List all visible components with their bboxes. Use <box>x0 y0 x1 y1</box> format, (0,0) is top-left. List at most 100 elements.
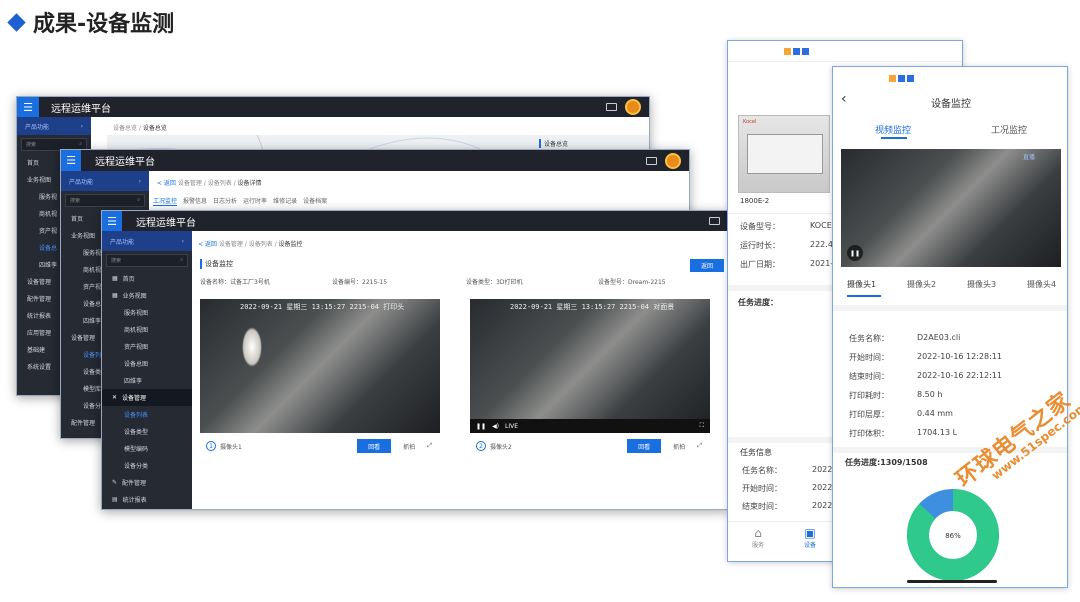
camera-number-badge: 2 <box>476 441 486 451</box>
camera-footer-1: 1 摄像头1 回看 抓拍 ⤢ <box>200 435 440 457</box>
slide-title-text: 成果-设备监测 <box>33 12 175 37</box>
camera-tab-4[interactable]: 摄像头4 <box>1027 279 1056 290</box>
info-key: 设备型号： <box>740 222 780 231</box>
camera-tab-2[interactable]: 摄像头2 <box>907 279 936 290</box>
tool-icon: ✕ <box>112 394 118 401</box>
snapshot-button[interactable]: 抓拍 <box>403 442 415 451</box>
phone-device-monitor: ‹ 设备监控 视频监控 工况监控 直播 ❚❚ 摄像头1 摄像头2 摄像头3 摄像头4 … <box>832 66 1068 588</box>
info-value: 8.50 h <box>917 390 943 399</box>
message-icon[interactable] <box>606 103 617 111</box>
window-device-monitor: ☰ 远程运维平台 产品功能 › 搜索 ⌕ ▦ 首页 ▦ 业务视图 服务视图 商机视图 资产视… <box>101 210 729 510</box>
product-menu[interactable]: 产品功能 › <box>17 117 91 135</box>
phone-video-feed[interactable]: 直播 ❚❚ <box>841 149 1061 267</box>
tab-5[interactable]: 设备档案 <box>303 196 327 206</box>
detail-tabs: 工况监控 报警信息 日志分析 运行时率 维修记录 设备档案 <box>153 196 327 206</box>
pause-icon[interactable]: ❚❚ <box>847 245 863 261</box>
task-value: 2022 <box>812 465 833 474</box>
camera-tab-3[interactable]: 摄像头3 <box>967 279 996 290</box>
sidebar-item-stats[interactable]: ▤ 统计报表 <box>102 491 192 508</box>
breadcrumb: < 返回 设备管理 / 设备列表 / 设备监控 <box>198 241 303 248</box>
replay-button[interactable]: 回看 <box>627 439 662 453</box>
info-key: 打印层厚： <box>849 410 889 419</box>
task-value: 2022 <box>812 501 833 510</box>
sidebar-subitem[interactable]: 资产视图 <box>102 338 192 355</box>
app-icon <box>802 48 809 55</box>
sidebar-item-device-mgmt[interactable]: ✕ 设备管理 <box>102 389 192 406</box>
product-menu[interactable]: 产品功能 › <box>61 171 149 191</box>
sidebar-subitem[interactable]: 服务视图 <box>102 304 192 321</box>
app-name: 远程运维平台 <box>51 103 111 115</box>
device-icon: ▣ <box>804 526 816 540</box>
info-key: 打印体积： <box>849 429 889 438</box>
camera-feed-2[interactable]: 2022-09-21 星期三 13:15:27 2215-04 对面景 ❚❚ ◀… <box>470 299 710 433</box>
tab-3[interactable]: 运行时率 <box>243 196 267 206</box>
grid-icon: ▦ <box>112 292 118 299</box>
tab-2[interactable]: 日志分析 <box>213 196 237 206</box>
product-menu[interactable]: 产品功能 › <box>102 231 192 251</box>
fullscreen-icon[interactable]: ⤢ <box>427 442 432 450</box>
tab-4[interactable]: 维修记录 <box>273 196 297 206</box>
sidebar-item-parts[interactable]: ✎ 配件管理 <box>102 474 192 491</box>
volume-icon[interactable]: ◀) <box>492 423 499 430</box>
sidebar-subitem[interactable]: 商机视图 <box>102 321 192 338</box>
info-key: 开始时间： <box>849 353 889 362</box>
top-bar: ☰ 远程运维平台 <box>17 97 649 117</box>
fullscreen-icon[interactable]: ⛶ <box>700 422 704 430</box>
search-input[interactable]: 搜索 ⌕ <box>65 194 145 207</box>
fullscreen-icon[interactable]: ⤢ <box>697 442 702 450</box>
info-value: 2022-10-16 12:28:11 <box>917 352 1002 361</box>
tab-1[interactable]: 报警信息 <box>183 196 207 206</box>
ring-percent: 86% <box>945 532 961 540</box>
app-name: 远程运维平台 <box>95 157 155 168</box>
sidebar-subitem[interactable]: 设备总图 <box>102 355 192 372</box>
search-icon: ⌕ <box>137 197 140 203</box>
nav-service[interactable]: ⌂ 服务 <box>752 526 764 561</box>
replay-button[interactable]: 回看 <box>357 439 392 453</box>
tab-video[interactable]: 视频监控 <box>875 123 911 136</box>
sidebar-subitem[interactable]: 设备列表 <box>102 406 192 423</box>
tab-0[interactable]: 工况监控 <box>153 196 178 206</box>
app-name: 远程运维平台 <box>136 217 196 229</box>
camera-feed-1[interactable]: 2022-09-21 星期三 13:15:27 2215-04 打印头 <box>200 299 440 433</box>
menu-icon[interactable]: ☰ <box>17 97 39 117</box>
sidebar-subitem[interactable]: 四维孪 <box>102 372 192 389</box>
search-icon: ⌕ <box>180 257 183 263</box>
breadcrumb: 设备总览 / 设备总览 <box>113 125 167 132</box>
phone-title: 设备监控 <box>931 99 971 110</box>
machine-body <box>747 134 823 174</box>
task-title: 任务信息 <box>740 448 772 457</box>
sidebar-subitem[interactable]: 设备类型 <box>102 423 192 440</box>
avatar[interactable] <box>665 152 681 169</box>
home-indicator <box>907 580 997 583</box>
progress-title: 任务进度： <box>738 298 778 307</box>
message-icon[interactable] <box>709 217 720 225</box>
snapshot-button[interactable]: 抓拍 <box>673 442 685 451</box>
camera-footer-2: 2 摄像头2 回看 抓拍 ⤢ <box>470 435 710 457</box>
search-input[interactable]: 搜索 ⌕ <box>106 254 188 267</box>
tab-condition[interactable]: 工况监控 <box>991 123 1027 136</box>
app-icon <box>889 75 896 82</box>
message-icon[interactable] <box>646 156 657 165</box>
task-key: 结束时间： <box>742 502 782 511</box>
avatar[interactable] <box>625 99 641 115</box>
page-title: 设备监控 <box>200 259 233 269</box>
camera-number-badge: 1 <box>206 441 216 451</box>
menu-icon[interactable]: ☰ <box>102 211 122 231</box>
app-icon <box>907 75 914 82</box>
nav-device[interactable]: ▣ 设备 <box>804 526 816 561</box>
sidebar-subitem[interactable]: 设备分类 <box>102 457 192 474</box>
sidebar-subitem[interactable]: 模型编码 <box>102 440 192 457</box>
info-value: 2021- <box>810 259 834 268</box>
camera-tab-1[interactable]: 摄像头1 <box>847 279 876 290</box>
video-controls: ❚❚ ◀) LIVE ⛶ <box>470 419 710 433</box>
back-button[interactable]: 返回 <box>690 259 724 272</box>
info-key: 出厂日期： <box>740 260 780 269</box>
sidebar-item-home[interactable]: ▦ 首页 <box>102 270 192 287</box>
pause-icon[interactable]: ❚❚ <box>476 423 486 430</box>
menu-icon[interactable]: ☰ <box>61 150 81 171</box>
info-key: 结束时间： <box>849 372 889 381</box>
info-key: 运行时长： <box>740 241 780 250</box>
sidebar-item-business[interactable]: ▦ 业务视图 <box>102 287 192 304</box>
app-icon <box>898 75 905 82</box>
diamond-bullet-icon <box>7 12 26 32</box>
